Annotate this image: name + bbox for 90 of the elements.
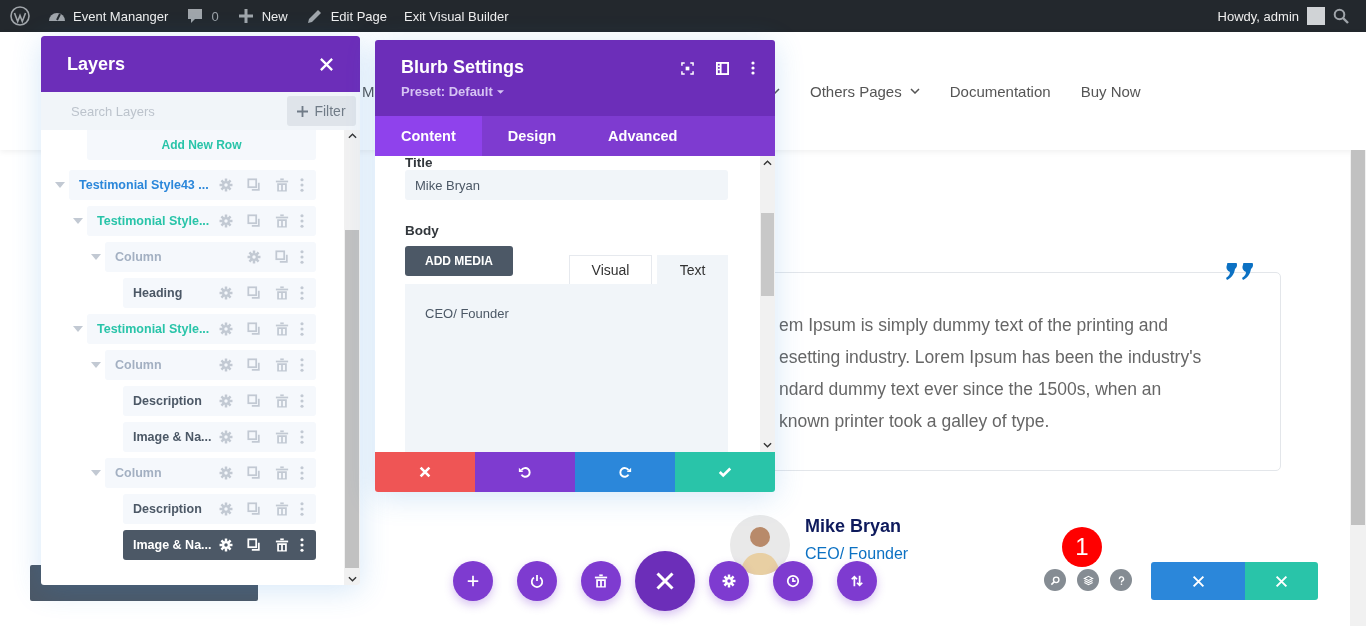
redo-icon [618, 465, 632, 479]
add-button[interactable] [453, 561, 493, 601]
duplicate-icon[interactable] [247, 538, 261, 552]
trash-icon[interactable] [275, 538, 289, 552]
settings-tab[interactable]: Advanced [582, 116, 704, 156]
scrollbar-thumb[interactable] [1351, 150, 1365, 525]
clear-button[interactable] [581, 561, 621, 601]
add-media-button[interactable]: ADD MEDIA [405, 246, 513, 276]
layer-item[interactable]: Image & Na... [123, 530, 316, 560]
more-icon[interactable] [751, 61, 755, 75]
settings-button[interactable] [709, 561, 749, 601]
title-field[interactable]: Mike Bryan [405, 170, 728, 200]
editor-tab[interactable]: Text [657, 255, 728, 284]
redo-button[interactable] [575, 452, 675, 492]
triangle-down-icon[interactable] [91, 468, 101, 478]
triangle-down-icon[interactable] [55, 180, 65, 190]
columns-icon[interactable] [716, 61, 729, 75]
close-icon [655, 571, 675, 591]
up-down-arrows-icon [850, 574, 864, 588]
chevron-down-icon[interactable] [763, 442, 772, 448]
chevron-down-icon[interactable] [347, 576, 357, 582]
testimonial-text: known printer took a galley of type. [779, 410, 1051, 433]
more-icon[interactable] [300, 538, 304, 552]
scrollbar-thumb[interactable] [761, 213, 774, 296]
field-label: Title [405, 156, 434, 170]
admin-bar-link[interactable]: Event Mananger [73, 8, 169, 24]
search-icon [1049, 574, 1061, 586]
admin-bar-link[interactable]: New [261, 8, 288, 24]
find-button[interactable] [1044, 569, 1066, 591]
admin-bar-link[interactable]: Edit Page [330, 8, 388, 24]
nav-link[interactable]: Buy Now [1080, 82, 1141, 100]
clock-icon [786, 574, 800, 588]
wordpress-logo[interactable] [10, 6, 30, 26]
preset-dropdown[interactable]: Preset: Default [401, 84, 524, 99]
power-icon [530, 574, 544, 588]
close-button[interactable] [635, 551, 695, 611]
settings-tab[interactable]: Design [481, 116, 583, 156]
scrollbar[interactable] [344, 130, 360, 585]
nav-link[interactable]: Documentation [949, 82, 1051, 100]
notification-badge: 1 [1062, 527, 1102, 567]
chevron-up-icon[interactable] [347, 133, 357, 139]
portability-button[interactable] [517, 561, 557, 601]
undo-button[interactable] [475, 452, 575, 492]
person-role: CEO/ Founder [805, 545, 909, 563]
discard-button[interactable] [375, 452, 475, 492]
comment-count[interactable]: 0 [211, 8, 219, 24]
exit-button[interactable] [1151, 562, 1245, 600]
panel-title: Layers [67, 53, 126, 75]
trash-icon [594, 574, 608, 588]
scrollbar[interactable] [760, 156, 775, 452]
editor-tab[interactable]: Visual [569, 255, 652, 284]
triangle-down-icon[interactable] [91, 252, 101, 262]
scrollbar-thumb[interactable] [345, 230, 359, 568]
triangle-down-icon[interactable] [91, 360, 101, 370]
settings-tab[interactable]: Content [375, 116, 482, 156]
plus-icon [466, 574, 480, 588]
plus-icon [297, 105, 309, 117]
testimonial-text: em Ipsum is simply dummy text of the printing and [779, 314, 1170, 337]
panel-title: Blurb Settings [401, 57, 524, 78]
triangle-down-icon[interactable] [73, 216, 83, 226]
nav-link[interactable]: Others Pages [810, 82, 902, 100]
nav-link[interactable]: M [362, 82, 375, 100]
save-button[interactable] [1245, 562, 1318, 600]
field-label: Body [405, 224, 440, 238]
triangle-down-icon[interactable] [73, 324, 83, 334]
close-icon [418, 465, 432, 479]
undo-icon [518, 465, 532, 479]
checkmark-icon [718, 465, 732, 479]
user-avatar[interactable] [1307, 7, 1325, 25]
settings-icon[interactable] [219, 538, 233, 552]
search-icon[interactable] [1333, 8, 1349, 24]
sort-button[interactable] [837, 561, 877, 601]
chevron-up-icon[interactable] [763, 160, 772, 166]
close-icon [1275, 574, 1288, 588]
settings-icon [722, 574, 736, 588]
close-icon [1191, 574, 1205, 588]
scrollbar[interactable] [1350, 150, 1366, 626]
testimonial-text: ndard dummy text ever since the 1500s, when an [779, 378, 1163, 401]
close-icon[interactable] [319, 56, 334, 72]
help-button[interactable] [1110, 569, 1132, 591]
body-editor[interactable]: CEO/ Founder [405, 284, 728, 452]
person-name: Mike Bryan [805, 515, 903, 537]
admin-bar-link[interactable]: Exit Visual Builder [404, 8, 509, 24]
testimonial-text: esetting industry. Lorem Ipsum has been the industry's [779, 346, 1203, 369]
caret-icon [496, 89, 504, 94]
layers-button[interactable] [1077, 569, 1099, 591]
greeting-link[interactable]: Howdy, admin [1217, 8, 1299, 24]
history-button[interactable] [773, 561, 813, 601]
layers-icon [1082, 574, 1094, 586]
focus-icon[interactable] [681, 61, 694, 75]
